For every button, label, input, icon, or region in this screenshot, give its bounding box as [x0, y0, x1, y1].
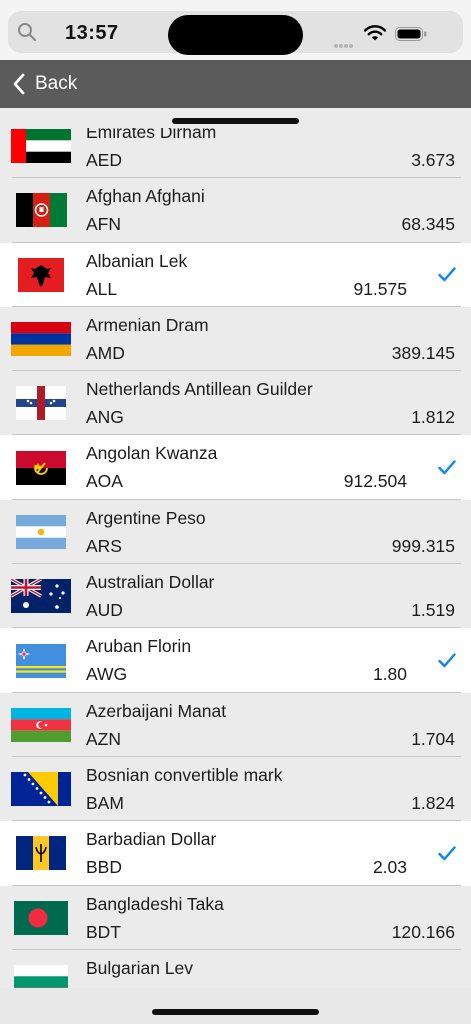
flag-am-icon: [11, 322, 71, 357]
home-indicator[interactable]: [152, 1009, 319, 1015]
currency-row-ars[interactable]: Argentine Peso ARS 999.315: [0, 500, 471, 565]
bottom-area: [0, 988, 471, 1024]
selection-cell[interactable]: [423, 242, 471, 307]
currency-list[interactable]: Emirates Dirham AED 3.673 Afghan Afghani AFN…: [0, 128, 471, 988]
flag-aw-icon: [16, 643, 66, 678]
currency-name: Australian Dollar: [86, 572, 215, 593]
currency-rate: 912.504: [343, 471, 407, 492]
currency-code: AOA: [86, 471, 123, 492]
currency-rate: 999.315: [391, 535, 455, 556]
currency-name: Armenian Dram: [86, 314, 209, 335]
currency-code: AZN: [86, 728, 121, 749]
sheet-grabber[interactable]: [172, 118, 299, 124]
currency-row-all[interactable]: Albanian Lek ALL 91.575: [0, 242, 471, 307]
flag-bb-icon: [16, 836, 66, 871]
flag-au-icon: [11, 579, 71, 614]
currency-row-aud[interactable]: Australian Dollar AUD 1.519: [0, 564, 471, 629]
flag-ae-icon: [11, 129, 71, 164]
back-label: Back: [35, 73, 78, 94]
currency-row-bgn[interactable]: Bulgarian LevBGN1.824: [0, 950, 471, 988]
currency-code: AUD: [86, 600, 123, 621]
currency-code: BDT: [86, 921, 121, 942]
selection-cell[interactable]: [423, 628, 471, 693]
currency-rate: 1.80: [372, 664, 407, 685]
back-button[interactable]: Back: [12, 60, 77, 108]
flag-bg-icon: [14, 965, 68, 988]
currency-name: Azerbaijani Manat: [86, 700, 227, 721]
currency-code: AFN: [86, 214, 121, 235]
battery-icon: [395, 27, 427, 41]
currency-name: Aruban Florin: [86, 636, 192, 657]
currency-name: Albanian Lek: [86, 250, 188, 271]
flag-ao-icon: [16, 450, 66, 485]
currency-name: Barbadian Dollar: [86, 829, 217, 850]
flag-an-icon: [16, 386, 66, 421]
currency-rate: 1.519: [411, 600, 455, 621]
checkmark-icon: [438, 267, 456, 282]
currency-rate: 1.824: [411, 792, 455, 813]
currency-row-aed[interactable]: Emirates Dirham AED 3.673: [0, 128, 471, 179]
navigation-bar: Back: [0, 60, 471, 108]
currency-rate: 91.575: [353, 278, 407, 299]
currency-name: Emirates Dirham: [86, 128, 217, 142]
currency-rate: 68.345: [401, 214, 455, 235]
currency-row-bdt[interactable]: Bangladeshi Taka BDT 120.166: [0, 886, 471, 950]
selection-cell[interactable]: [423, 435, 471, 500]
currency-code: AMD: [86, 342, 125, 363]
currency-name: Afghan Afghani: [86, 186, 205, 207]
checkmark-icon: [438, 653, 456, 668]
status-bar: 13:57: [0, 0, 471, 60]
currency-row-afn[interactable]: Afghan Afghani AFN 68.345: [0, 178, 471, 243]
currency-name: Bangladeshi Taka: [86, 893, 224, 914]
currency-row-bam[interactable]: Bosnian convertible mark BAM 1.824: [0, 757, 471, 822]
currency-name: Bosnian convertible mark: [86, 764, 283, 785]
currency-code: ARS: [86, 535, 122, 556]
currency-name: Argentine Peso: [86, 507, 206, 528]
currency-code: ALL: [86, 278, 118, 299]
currency-rate: 120.166: [391, 921, 455, 942]
currency-rate: 3.673: [411, 150, 455, 170]
search-icon[interactable]: [17, 22, 37, 42]
flag-ar-icon: [16, 514, 66, 549]
currency-row-aoa[interactable]: Angolan Kwanza AOA 912.504: [0, 435, 471, 500]
flag-bd-icon: [14, 900, 68, 935]
currency-rate: 1.704: [411, 728, 455, 749]
checkmark-icon: [438, 460, 456, 475]
currency-row-ang[interactable]: Netherlands Antillean Guilder ANG 1.812: [0, 371, 471, 436]
currency-rate: 389.145: [391, 342, 455, 363]
status-time: 13:57: [65, 22, 119, 44]
currency-rate: 1.812: [411, 407, 455, 428]
flag-ba-icon: [11, 772, 71, 807]
wifi-icon: [364, 25, 386, 41]
currency-row-azn[interactable]: Azerbaijani Manat AZN 1.704: [0, 693, 471, 757]
currency-name: Bulgarian Lev: [86, 957, 194, 978]
currency-code: BBD: [86, 857, 122, 878]
currency-row-amd[interactable]: Armenian Dram AMD 389.145: [0, 307, 471, 372]
cellular-signal-icon: [334, 35, 354, 53]
dynamic-island: [168, 15, 303, 55]
flag-af-icon: [16, 193, 67, 228]
currency-name: Angolan Kwanza: [86, 443, 218, 464]
checkmark-icon: [438, 846, 456, 861]
chevron-left-icon: [13, 73, 25, 95]
selection-cell[interactable]: [423, 821, 471, 886]
currency-code: BAM: [86, 792, 124, 813]
currency-code: AED: [86, 150, 122, 170]
currency-code: AWG: [86, 664, 128, 685]
currency-code: ANG: [86, 407, 124, 428]
flag-az-icon: [11, 707, 71, 742]
currency-row-awg[interactable]: Aruban Florin AWG 1.80: [0, 628, 471, 693]
currency-row-bbd[interactable]: Barbadian Dollar BBD 2.03: [0, 821, 471, 886]
currency-name: Netherlands Antillean Guilder: [86, 379, 313, 400]
flag-al-icon: [18, 257, 64, 292]
currency-rate: 2.03: [372, 857, 407, 878]
